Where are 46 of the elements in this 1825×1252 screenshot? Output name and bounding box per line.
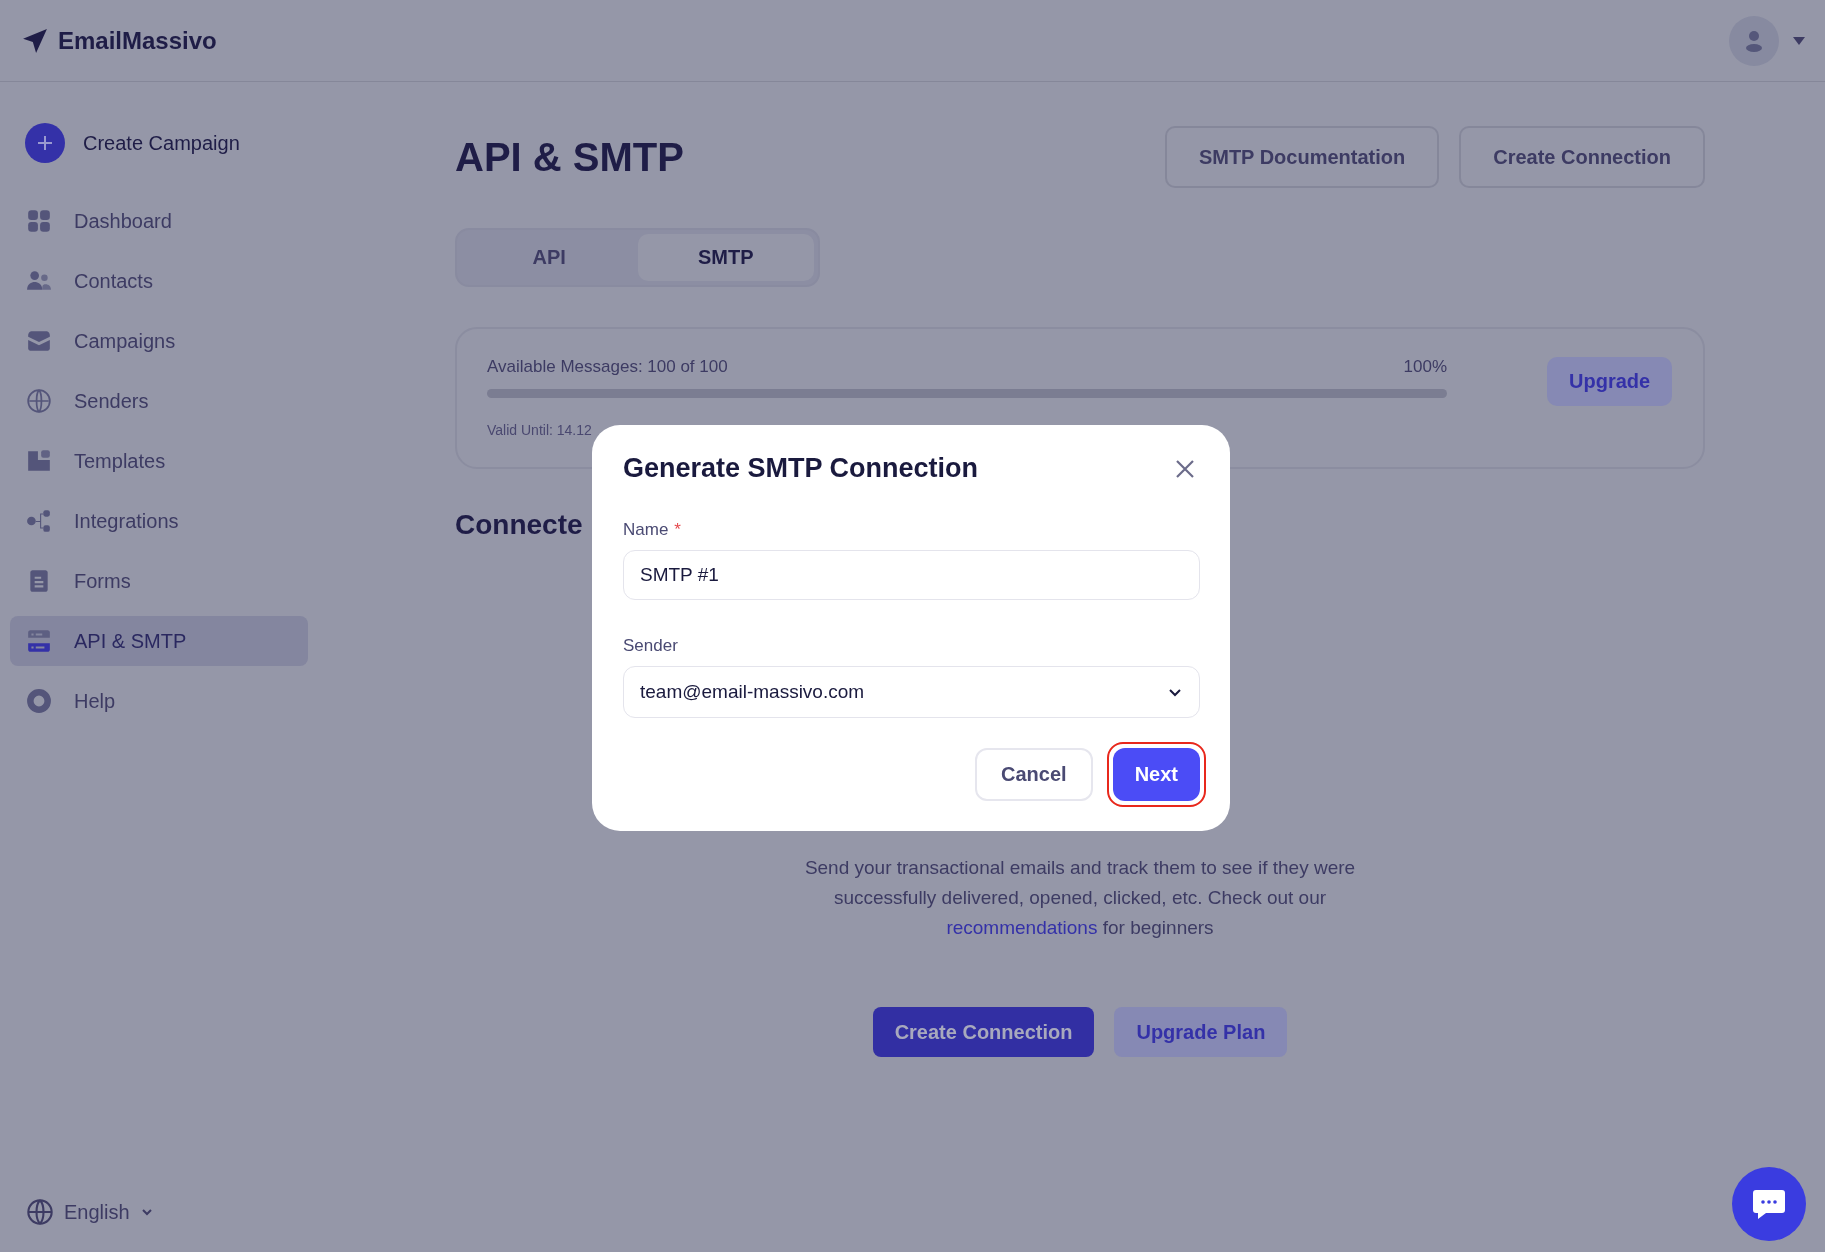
tab[interactable]: API bbox=[461, 234, 638, 281]
sidebar-item[interactable]: Dashboard bbox=[10, 196, 308, 246]
server-icon bbox=[26, 628, 52, 654]
paper-plane-icon bbox=[22, 27, 48, 54]
globe-icon bbox=[26, 1198, 54, 1226]
sidebar-item[interactable]: Senders bbox=[10, 376, 308, 426]
dialog-title: Generate SMTP Connection bbox=[623, 453, 979, 484]
empty-state-text: Send your transactional emails and track them to see if they were successfully delivered, opened, clicked, etc. Check out our recommendations for beginners bbox=[803, 856, 1357, 940]
sender-select[interactable]: team@email-massivo.com bbox=[623, 666, 1200, 718]
chat-icon bbox=[1752, 1188, 1786, 1220]
brand-name: EmailMassivo bbox=[58, 26, 217, 55]
header-button[interactable]: SMTP Documentation bbox=[1164, 126, 1440, 188]
usage-percent: 100% bbox=[1403, 357, 1447, 377]
plus-icon bbox=[25, 123, 65, 163]
create-campaign-button[interactable]: Create Campaign bbox=[10, 122, 455, 164]
page-title: API & SMTP bbox=[455, 134, 684, 180]
dialog-button[interactable]: Next bbox=[1112, 748, 1200, 801]
required-mark: * bbox=[674, 520, 681, 539]
field-label: Sender bbox=[623, 636, 679, 656]
sidebar-item[interactable]: Templates bbox=[10, 436, 308, 486]
sidebar-item[interactable]: API & SMTP bbox=[10, 616, 308, 666]
inbox-icon bbox=[26, 328, 52, 354]
sidebar-item[interactable]: Campaigns bbox=[10, 316, 308, 366]
sidebar-item[interactable]: Integrations bbox=[10, 496, 308, 546]
header-button[interactable]: Create Connection bbox=[1459, 126, 1705, 188]
valid-until-text: Valid Until: 14.12 bbox=[487, 422, 593, 438]
recommendations-link[interactable]: recommendations bbox=[946, 917, 1098, 938]
template-icon bbox=[26, 448, 52, 474]
sidebar-item[interactable]: Help bbox=[10, 676, 308, 726]
usage-label: Available Messages: 100 of 100 bbox=[487, 357, 728, 377]
language-selector[interactable]: English bbox=[10, 1198, 455, 1226]
name-input[interactable]: SMTP #1 bbox=[623, 550, 1200, 600]
sidebar-item[interactable]: Forms bbox=[10, 556, 308, 606]
sidebar-item[interactable]: Contacts bbox=[10, 256, 308, 306]
grid-icon bbox=[26, 208, 52, 234]
upgrade-button[interactable]: Upgrade bbox=[1547, 357, 1673, 406]
action-button[interactable]: Create Connection bbox=[872, 1007, 1095, 1057]
tab[interactable]: SMTP bbox=[637, 234, 814, 281]
caret-icon[interactable] bbox=[1793, 36, 1805, 45]
lifebuoy-icon bbox=[26, 688, 52, 714]
globe-icon bbox=[26, 388, 52, 414]
dialog-button[interactable]: Cancel bbox=[975, 748, 1093, 801]
action-button[interactable]: Upgrade Plan bbox=[1114, 1007, 1288, 1057]
integration-icon bbox=[26, 508, 52, 534]
section-heading: Connecte bbox=[455, 509, 583, 541]
field-label: Name * bbox=[623, 520, 682, 540]
